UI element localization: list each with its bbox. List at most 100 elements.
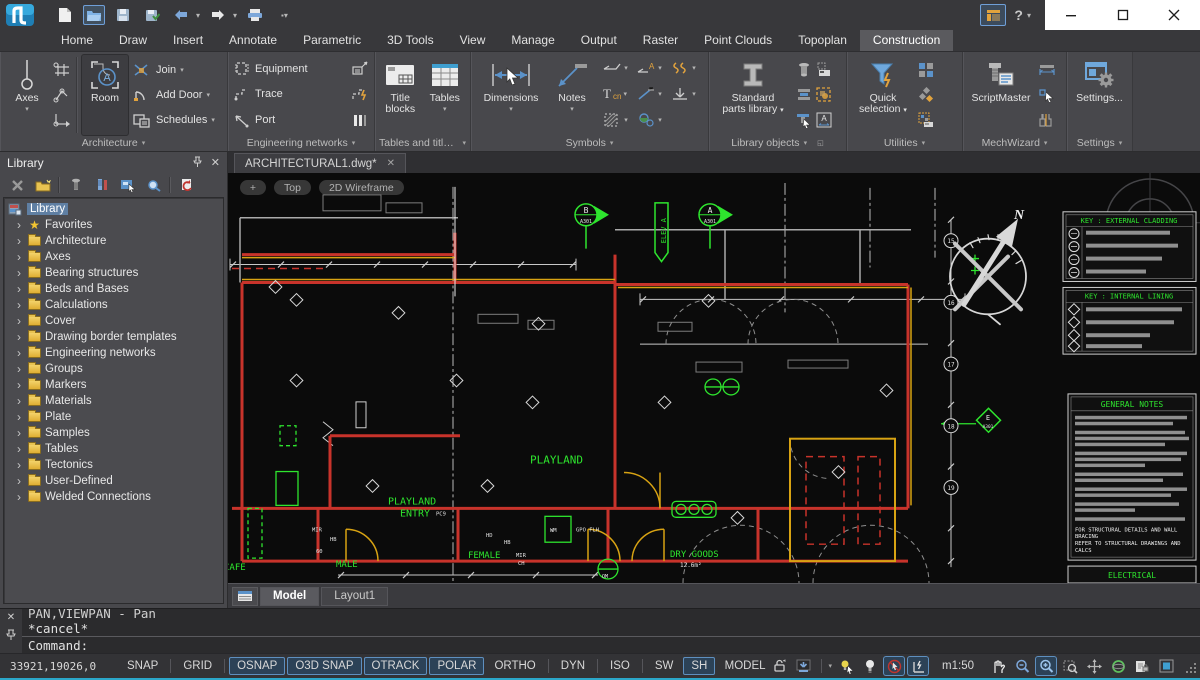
resize-grip[interactable] — [1186, 659, 1196, 673]
save-all-icon[interactable] — [141, 5, 163, 25]
title-blocks-button[interactable]: Titleblocks — [380, 55, 421, 135]
mech-select-icon[interactable] — [1038, 85, 1056, 105]
schedules-button[interactable]: Schedules▾ — [132, 110, 222, 130]
tree-item-welded-connections[interactable]: ›Welded Connections — [6, 489, 221, 505]
room-button[interactable]: A Room — [82, 55, 128, 135]
tree-item-samples[interactable]: ›Samples — [6, 425, 221, 441]
annotation-scale-button[interactable]: m1:50 — [932, 660, 984, 672]
join-button[interactable]: Join▾ — [132, 60, 222, 80]
group-select-icon[interactable] — [816, 85, 832, 105]
trace-power-icon[interactable] — [351, 84, 369, 104]
tcn-text-icon[interactable]: Tcn▾ — [598, 86, 632, 102]
trace-button[interactable]: Trace — [233, 84, 351, 104]
settings-button[interactable]: Settings... — [1072, 55, 1127, 135]
lock-icon[interactable] — [770, 657, 790, 675]
axes-button[interactable]: Axes ▾ — [5, 55, 49, 135]
status-dropdown-icon[interactable]: ▾ — [829, 662, 833, 670]
tab-output[interactable]: Output — [568, 30, 630, 51]
viewport-plus-control[interactable]: + — [240, 180, 266, 195]
four-squares-icon[interactable] — [918, 60, 934, 80]
leader-angle-icon[interactable]: ▾ — [598, 61, 632, 75]
undo-dropdown-icon[interactable]: ▾ — [196, 11, 200, 20]
zoom-window-icon[interactable] — [1060, 657, 1080, 675]
bolt-icon[interactable] — [796, 60, 812, 80]
selection-cycling-icon[interactable] — [884, 657, 904, 675]
panel-label-architecture[interactable]: Architecture▾ — [0, 135, 227, 151]
toggle-sw[interactable]: SW — [647, 657, 682, 675]
weld-symbol-icon[interactable]: ▾ — [632, 87, 666, 101]
tree-item-cover[interactable]: ›Cover — [6, 313, 221, 329]
marker-window-icon[interactable] — [816, 60, 832, 80]
tree-root-library[interactable]: Library — [8, 201, 221, 217]
select-on-screen-icon[interactable] — [118, 176, 138, 194]
qat-customize-icon[interactable]: ▪▾ — [281, 11, 288, 20]
tab-draw[interactable]: Draw — [106, 30, 160, 51]
plot-icon[interactable] — [244, 5, 266, 25]
mech-bracket-icon[interactable] — [1038, 110, 1056, 130]
zoom-in-icon[interactable] — [1036, 657, 1056, 675]
tree-item-calculations[interactable]: ›Calculations — [6, 297, 221, 313]
scriptmaster-button[interactable]: ScriptMaster — [968, 55, 1034, 135]
toggle-dyn[interactable]: DYN — [553, 657, 593, 675]
viewport-maximize-icon[interactable] — [1156, 657, 1176, 675]
tree-item-engineering-networks[interactable]: ›Engineering networks — [6, 345, 221, 361]
toggle-o3dsnap[interactable]: O3D SNAP — [287, 657, 361, 675]
pan-hand-icon[interactable] — [988, 657, 1008, 675]
save-icon[interactable] — [112, 5, 134, 25]
bulb-icon[interactable] — [860, 657, 880, 675]
redo-dropdown-icon[interactable]: ▾ — [233, 11, 237, 20]
toggle-sh[interactable]: SH — [683, 657, 715, 675]
help-dropdown-icon[interactable]: ▾ — [1027, 11, 1031, 20]
notes-button[interactable]: Notes ▾ — [550, 55, 594, 135]
command-close-icon[interactable]: ✕ — [7, 612, 15, 623]
viewport-visual-style-control[interactable]: 2D Wireframe — [319, 180, 404, 195]
close-button[interactable] — [1148, 0, 1200, 30]
stack-parts-icon[interactable] — [796, 85, 812, 105]
pan-arrows-icon[interactable] — [1084, 657, 1104, 675]
tab-point-clouds[interactable]: Point Clouds — [691, 30, 785, 51]
zoom-out-icon[interactable] — [1012, 657, 1032, 675]
attribute-dim-icon[interactable]: A — [816, 110, 832, 130]
tree-item-tables[interactable]: ›Tables — [6, 441, 221, 457]
standard-parts-button[interactable]: Standardparts library ▾ — [714, 55, 792, 135]
tree-item-groups[interactable]: ›Groups — [6, 361, 221, 377]
sheet-lock-icon[interactable] — [1132, 657, 1152, 675]
toggle-polar[interactable]: POLAR — [429, 657, 484, 675]
view-marks-icon[interactable]: ▾ — [632, 112, 666, 128]
model-space-button[interactable]: MODEL — [725, 660, 766, 672]
preview-icon[interactable] — [144, 176, 164, 194]
tree-item-bearing-structures[interactable]: ›Bearing structures — [6, 265, 221, 281]
insert-select-icon[interactable] — [796, 110, 812, 130]
toggle-grid[interactable]: GRID — [175, 657, 220, 675]
undo-icon[interactable] — [170, 5, 192, 25]
panel-label-engineering[interactable]: Engineering networks▾ — [228, 135, 374, 151]
tree-item-favorites[interactable]: ›★Favorites — [6, 217, 221, 233]
toggle-iso[interactable]: ISO — [602, 657, 638, 675]
diamonds-cluster-icon[interactable] — [918, 85, 934, 105]
hatch-icon[interactable]: ▾ — [598, 113, 632, 127]
tree-item-plate[interactable]: ›Plate — [6, 409, 221, 425]
layout1-tab[interactable]: Layout1 — [321, 587, 388, 606]
panel-label-mechwizard[interactable]: MechWizard▾ — [963, 135, 1066, 151]
command-prompt[interactable]: Command: — [22, 636, 1200, 653]
leader-text-icon[interactable]: A▾ — [632, 61, 666, 75]
drawing-canvas[interactable]: + Top 2D Wireframe Top — [228, 173, 1200, 583]
command-pin-icon[interactable] — [6, 629, 16, 643]
viewport-view-control[interactable]: Top — [274, 180, 311, 195]
workspace-icon[interactable] — [980, 4, 1006, 26]
add-door-button[interactable]: Add Door▾ — [132, 85, 222, 105]
redo-icon[interactable] — [207, 5, 229, 25]
mech-dimension-icon[interactable] — [1038, 60, 1056, 80]
model-tab[interactable]: Model — [260, 587, 319, 606]
quick-selection-button[interactable]: Quickselection ▾ — [852, 55, 914, 135]
orbit-icon[interactable] — [1108, 657, 1128, 675]
port-button[interactable]: Port — [233, 110, 351, 130]
tab-insert[interactable]: Insert — [160, 30, 216, 51]
cut-arrow-icon[interactable]: ▾ — [666, 87, 700, 101]
new-file-icon[interactable] — [54, 5, 76, 25]
new-folder-icon[interactable] — [33, 176, 53, 194]
tree-item-markers[interactable]: ›Markers — [6, 377, 221, 393]
pipes-icon[interactable] — [351, 110, 369, 130]
insert-fastener-icon[interactable] — [92, 176, 112, 194]
grid-axes-icon[interactable] — [53, 60, 71, 80]
